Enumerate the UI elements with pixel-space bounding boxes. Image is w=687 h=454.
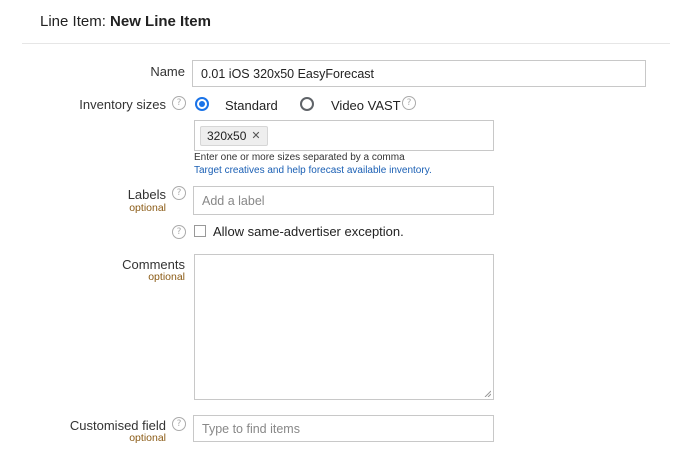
customised-field-placeholder: Type to find items <box>202 421 300 436</box>
name-input-value: 0.01 iOS 320x50 EasyForecast <box>201 66 375 81</box>
video-vast-radio[interactable] <box>300 97 314 111</box>
inventory-sizes-input[interactable]: 320x50 ✕ <box>194 120 494 151</box>
same-advertiser-label[interactable]: Allow same-advertiser exception. <box>213 224 404 239</box>
comments-optional: optional <box>148 271 185 283</box>
header-divider <box>22 43 670 44</box>
question-circle-icon[interactable]: ? <box>172 186 186 200</box>
standard-radio-label[interactable]: Standard <box>225 98 278 113</box>
name-input[interactable]: 0.01 iOS 320x50 EasyForecast <box>192 60 646 87</box>
comments-textarea[interactable] <box>194 254 494 400</box>
resize-grip-icon[interactable] <box>484 390 491 397</box>
customised-field-input[interactable]: Type to find items <box>193 415 494 442</box>
labels-optional: optional <box>129 202 166 214</box>
standard-radio[interactable] <box>195 97 209 111</box>
target-creatives-link[interactable]: Target creatives and help forecast avail… <box>194 165 432 176</box>
customised-field-label: Customised field <box>69 418 166 433</box>
question-circle-icon[interactable]: ? <box>172 417 186 431</box>
same-advertiser-checkbox[interactable] <box>194 225 206 237</box>
close-icon[interactable]: ✕ <box>251 129 260 142</box>
page-title: Line Item: New Line Item <box>40 13 211 30</box>
customised-field-optional: optional <box>129 432 166 444</box>
inventory-sizes-label: Inventory sizes <box>79 97 166 112</box>
labels-label: Labels <box>127 187 166 202</box>
question-circle-icon[interactable]: ? <box>402 96 416 110</box>
question-circle-icon[interactable]: ? <box>172 96 186 110</box>
labels-placeholder: Add a label <box>202 193 265 208</box>
size-chip-label: 320x50 <box>207 128 247 143</box>
comments-label: Comments <box>122 257 185 272</box>
page-title-prefix: Line Item: <box>40 13 111 30</box>
labels-input[interactable]: Add a label <box>193 186 494 215</box>
inventory-sizes-hint: Enter one or more sizes separated by a c… <box>194 152 405 163</box>
name-label: Name <box>150 64 185 79</box>
size-chip: 320x50 ✕ <box>200 125 268 146</box>
page-title-name: New Line Item <box>110 13 211 30</box>
question-circle-icon[interactable]: ? <box>172 225 186 239</box>
video-vast-radio-label[interactable]: Video VAST <box>331 98 401 113</box>
